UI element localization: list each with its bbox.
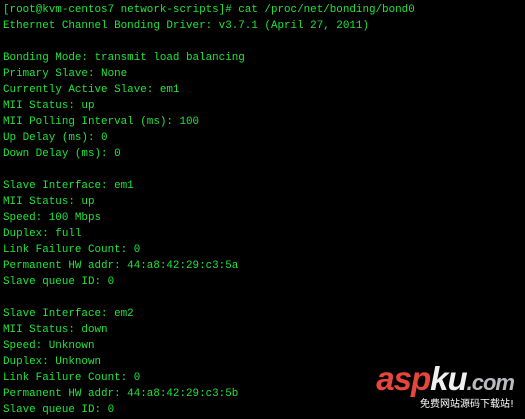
terminal-window[interactable]: [root@kvm-centos7 network-scripts]# cat … <box>0 0 525 419</box>
terminal-line: Permanent HW addr: 44:a8:42:29:c3:5a <box>3 260 239 272</box>
terminal-line: Slave Interface: em1 <box>3 180 134 192</box>
terminal-line: Speed: 100 Mbps <box>3 212 102 224</box>
terminal-line: Ethernet Channel Bonding Driver: v3.7.1 … <box>3 20 369 32</box>
terminal-line: MII Status: up <box>3 100 95 112</box>
watermark-brand-asp: asp <box>376 360 431 397</box>
terminal-line: Slave Interface: em2 <box>3 308 134 320</box>
terminal-line: Duplex: full <box>3 228 82 240</box>
terminal-line: Currently Active Slave: em1 <box>3 84 180 96</box>
terminal-line: Link Failure Count: 0 <box>3 244 141 256</box>
watermark-brand-ku: ku <box>430 360 468 397</box>
terminal-line: Speed: Unknown <box>3 340 95 352</box>
terminal-line: Up Delay (ms): 0 <box>3 132 108 144</box>
terminal-line: Bonding Mode: transmit load balancing <box>3 52 245 64</box>
watermark-logo: aspku.com 免费网站源码下载站! <box>350 361 520 413</box>
terminal-line: Down Delay (ms): 0 <box>3 148 121 160</box>
terminal-line: MII Status: down <box>3 324 108 336</box>
watermark-brand-com: .com <box>466 370 515 395</box>
terminal-line-command: [root@kvm-centos7 network-scripts]# cat … <box>3 4 415 16</box>
terminal-line: Primary Slave: None <box>3 68 128 80</box>
terminal-line: Slave queue ID: 0 <box>3 276 115 288</box>
watermark-subtitle: 免费网站源码下载站! <box>419 399 514 410</box>
watermark-brand: aspku.com <box>376 360 515 401</box>
terminal-line: MII Status: up <box>3 196 95 208</box>
terminal-line: MII Polling Interval (ms): 100 <box>3 116 200 128</box>
